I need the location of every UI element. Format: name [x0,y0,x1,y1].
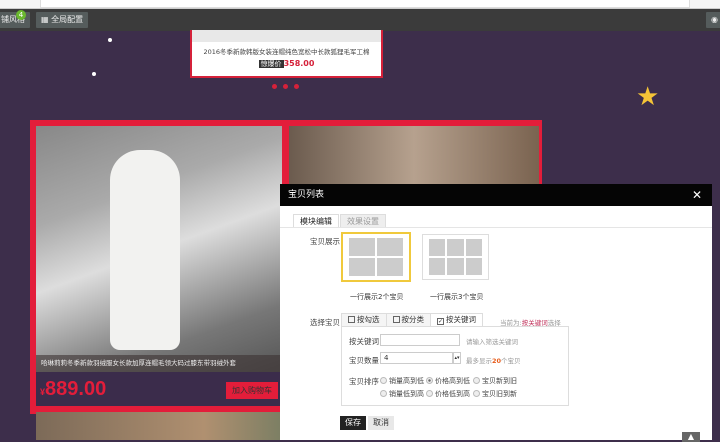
select-by-category-tab[interactable]: 按分类 [385,313,431,327]
global-config-button[interactable]: ▦ 全局配置 [36,12,89,28]
product-image [192,30,381,42]
tab-label: 按关键词 [446,315,476,324]
carousel-dot[interactable] [272,84,277,89]
product-price: ¥889.00 [40,378,106,401]
grid-icon: ▦ [41,15,52,24]
radio[interactable] [473,390,480,397]
tab-module-edit[interactable]: 模块编辑 [293,214,339,228]
sort-newest[interactable]: 宝贝新到旧 [473,376,517,386]
tab-label: 按分类 [401,315,425,324]
address-bar[interactable] [40,0,690,8]
close-icon[interactable]: ✕ [692,184,702,206]
browser-address-strip [0,0,720,9]
tab-label: 按勾选 [357,315,380,324]
editor-toolbar: 铺风格 4 ▦ 全局配置 ◉ [0,9,720,31]
display-option-3-label: 一行展示3个宝贝 [430,293,484,301]
eye-icon: ◉ [711,15,718,24]
radio[interactable] [473,377,480,384]
watermark: 知乎 @小二 [588,402,674,421]
count-hint-suffix: 个宝贝 [501,357,521,365]
count-input[interactable]: 4 [380,352,453,364]
product-price: 358.00 [283,59,315,68]
tab-effect-settings[interactable]: 效果设置 [340,214,386,228]
dialog-title: 宝贝列表 [288,190,325,200]
radio-label: 宝贝新到旧 [482,377,517,385]
keyword-label: 按关键词 [349,337,379,346]
product-caption: 哈琳莉莉冬季新款羽绒服女长款加厚连帽毛领大码过膝东带羽绒外套 [36,355,282,372]
add-to-cart-button[interactable]: 加入购物车 [226,382,278,399]
back-to-top-button[interactable]: ▲ [682,432,700,442]
radio[interactable] [380,390,387,397]
display-label: 宝贝展示 [310,237,340,246]
product-title: 2016冬季新款韩版女装连帽纯色宽松中长款狐狸毛军工棉 [203,48,370,56]
preview-button[interactable]: ◉ [706,12,720,28]
dialog-header: 宝贝列表 ✕ [280,184,712,206]
sort-price-desc[interactable]: 价格高到低 [426,376,470,386]
select-by-check-tab[interactable]: 按勾选 [341,313,387,327]
display-option-2[interactable] [341,232,411,282]
keyword-input[interactable] [380,334,460,346]
radio-label: 宝贝旧到新 [482,390,517,398]
select-label: 选择宝贝 [310,318,340,327]
keyword-hint: 请输入筛选关键词 [466,338,518,346]
price-label: 惊爆价 [258,60,284,68]
product-photo-subject [110,150,180,350]
sort-price-asc[interactable]: 价格低到高 [426,389,470,399]
sort-sales-asc[interactable]: 销量低到高 [380,389,424,399]
radio-label: 销量高到低 [389,377,424,385]
sort-oldest[interactable]: 宝贝旧到新 [473,389,517,399]
checkbox[interactable] [392,316,400,323]
carousel-dot[interactable] [294,84,299,89]
global-config-label: 全局配置 [51,15,84,24]
divider [280,227,712,228]
radio[interactable] [426,390,433,397]
count-hint-max: 20 [492,357,502,365]
cancel-button[interactable]: 取消 [368,416,394,430]
snow-dot [92,72,96,76]
radio-label: 销量低到高 [389,390,424,398]
display-option-3[interactable] [422,234,489,280]
checkbox-checked[interactable]: ✓ [437,318,444,325]
top-product-card[interactable]: 2016冬季新款韩版女装连帽纯色宽松中长款狐狸毛军工棉 惊爆价 358.00 [190,30,383,78]
radio-selected[interactable] [426,377,433,384]
radio-label: 价格高到低 [435,377,470,385]
product-photo[interactable] [289,126,539,186]
style-button[interactable]: 铺风格 4 [0,10,30,28]
select-by-keyword-tab[interactable]: ✓ 按关键词 [430,313,483,327]
checkbox[interactable] [348,316,355,323]
count-badge: 4 [16,10,26,20]
sort-label: 宝贝排序 [349,377,379,386]
count-label: 宝贝数量 [349,356,379,365]
count-stepper[interactable]: ▴▾ [453,352,461,364]
count-hint-prefix: 最多显示 [466,357,492,365]
radio[interactable] [380,377,387,384]
snow-dot [108,38,112,42]
save-button[interactable]: 保存 [340,416,366,430]
carousel-dot[interactable] [283,84,288,89]
sort-sales-desc[interactable]: 销量高到低 [380,376,424,386]
star-ornament-icon: ★ [636,82,660,112]
display-option-2-label: 一行展示2个宝贝 [350,293,404,301]
radio-label: 价格低到高 [435,390,470,398]
price-value: 889.00 [45,378,107,400]
